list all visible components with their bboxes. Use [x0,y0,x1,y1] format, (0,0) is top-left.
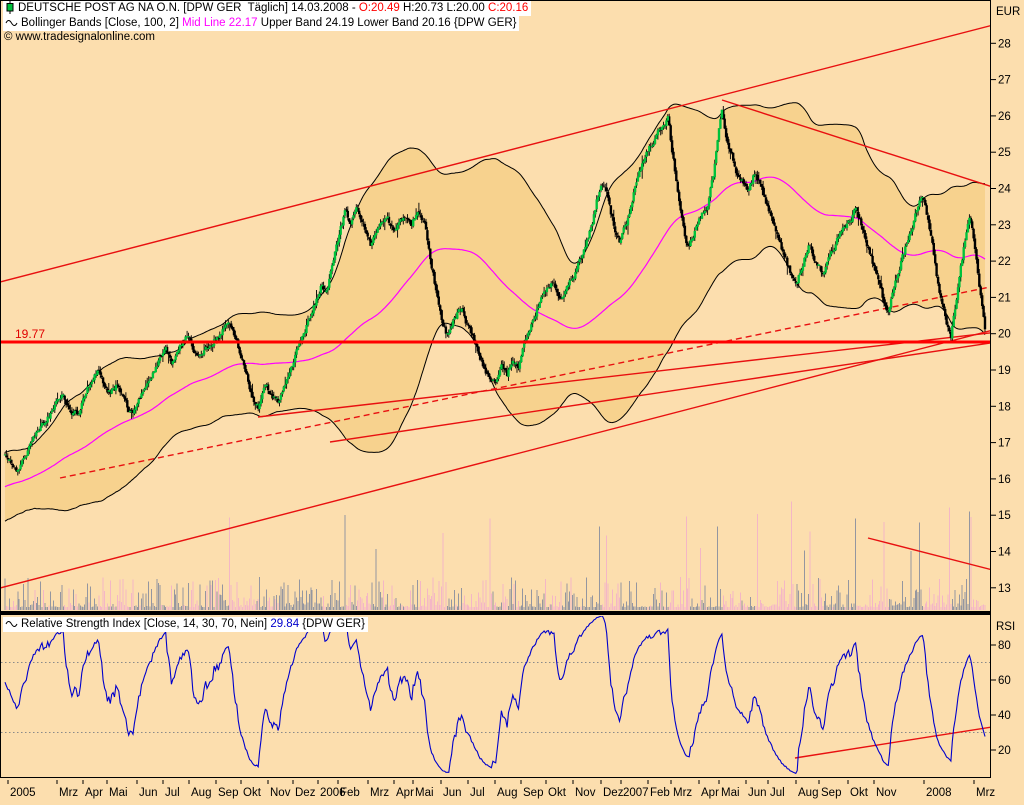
time-axis-tick-label: Jun [748,787,767,799]
legend-text-segment: C:20.16 [488,2,528,14]
price-axis-tick-label: 21 [998,292,1011,304]
time-axis-tick-label: Feb [340,787,360,799]
legend-text-segment: Mid Line 22.17 [182,17,257,29]
price-chart-svg[interactable]: EUR 28 27 26 25 24 23 22 21 20 19 18 17 16 15 14 13 RSI… [0,0,1024,800]
time-axis-tick-label: Apr [396,787,414,799]
time-axis-tick-label: Okt [243,787,262,799]
price-axis-tick-label: 23 [998,220,1011,232]
bollinger-legend-strip: Bollinger Bands [Close, 100, 2] Mid Line… [3,16,519,31]
time-axis-tick-label: Jul [165,787,180,799]
time-axis-tick-label: Sep [523,787,543,799]
candle-icon [5,1,15,14]
time-axis-tick-label: Mai [109,787,128,799]
price-axis-tick-label: 17 [998,438,1011,450]
time-axis-tick-label: Nov [876,787,897,799]
time-axis-tick-label: Jun [443,787,462,799]
time-axis-tick-label: Apr [85,787,103,799]
price-axis-unit-label: EUR [996,6,1020,18]
time-axis-tick-label: Mrz [673,787,692,799]
rsi-axis-unit-label: RSI [996,621,1015,633]
price-axis-tick-label: 16 [998,474,1011,486]
time-axis-tick-label: Sep [218,787,238,799]
time-axis-tick-label: Mrz [976,787,995,799]
bollinger-legend-text: Bollinger Bands [Close, 100, 2] Mid Line… [21,16,516,30]
legend-text-segment: O:20.49 [359,2,400,14]
time-axis-tick-label: Jul [770,787,785,799]
time-axis-tick-label: Apr [701,787,719,799]
time-axis-tick-label: Aug [497,787,517,799]
time-axis-tick-label: Nov [270,787,291,799]
instrument-legend-row[interactable]: DEUTSCHE POST AG NA O.N. [DPW GER Täglic… [3,1,531,15]
time-axis-tick-label: Feb [650,787,670,799]
legend-text-segment: Bollinger Bands [Close, 100, 2] [21,17,182,29]
time-axis-tick-label: Aug [191,787,211,799]
indicator-wave-icon [5,619,18,629]
price-axis-tick-label: 20 [998,329,1011,341]
time-axis-tick-label: Dez [603,787,624,799]
rsi-legend-row[interactable]: Relative Strength Index [Close, 14, 30, … [3,617,368,631]
indicator-wave-icon [5,18,18,28]
rsi-legend-text: Relative Strength Index [Close, 14, 30, … [21,617,365,631]
price-axis-tick-label: 28 [998,38,1011,50]
rsi-axis-tick-label: 20 [998,745,1011,757]
price-axis-tick-label: 18 [998,401,1011,413]
price-axis-tick-label: 26 [998,111,1011,123]
time-axis-tick-label: 2007 [623,787,649,799]
price-axis-tick-label: 19 [998,365,1011,377]
horizontal-line-price-label: 19.77 [15,327,45,341]
price-axis-tick-label: 14 [998,547,1011,559]
time-axis-tick-label: 2008 [926,787,952,799]
bollinger-legend-row[interactable]: Bollinger Bands [Close, 100, 2] Mid Line… [3,16,519,30]
time-axis-tick-label: Mai [721,787,740,799]
time-axis-tick-label: Jun [139,787,158,799]
legend-text-segment: Relative Strength Index [Close, 14, 30, … [21,618,270,630]
time-axis-tick-label: Dez [295,787,316,799]
time-axis-tick-label: Okt [850,787,869,799]
instrument-legend-text: DEUTSCHE POST AG NA O.N. [DPW GER Täglic… [18,1,528,15]
price-axis-tick-label: 27 [998,75,1011,87]
legend-text-segment: 29.84 [270,618,299,630]
copyright-label: © www.tradesignalonline.com [4,31,155,43]
time-axis-tick-label: Mai [415,787,434,799]
chart-window: EUR 28 27 26 25 24 23 22 21 20 19 18 17 16 15 14 13 RSI… [0,0,1024,800]
price-axis-tick-label: 13 [998,583,1011,595]
time-axis-tick-label: Aug [798,787,818,799]
rsi-axis-tick-label: 60 [998,675,1011,687]
price-axis-tick-label: 24 [998,184,1011,196]
instrument-legend-strip: DEUTSCHE POST AG NA O.N. [DPW GER Täglic… [3,1,531,16]
price-axis-tick-label: 15 [998,510,1011,522]
legend-text-segment: Upper Band 24.19 Lower Band 20.16 {DPW G… [258,17,517,29]
price-axis-tick-label: 25 [998,147,1011,159]
time-axis-tick-label: Mrz [370,787,389,799]
legend-text-segment: {DPW GER} [299,618,365,630]
rsi-axis-tick-label: 80 [998,640,1011,652]
time-axis-tick-label: Okt [548,787,567,799]
price-axis-tick-label: 22 [998,256,1011,268]
time-axis-tick-label: Sep [821,787,841,799]
time-axis-tick-label: Nov [575,787,596,799]
time-axis-tick-label: Mrz [59,787,78,799]
time-axis-tick-label: 2005 [10,787,36,799]
legend-text-segment: H:20.73 L:20.00 [400,2,488,14]
rsi-legend-strip: Relative Strength Index [Close, 14, 30, … [3,617,368,632]
time-axis-tick-label: Jul [470,787,485,799]
rsi-axis-tick-label: 40 [998,710,1011,722]
legend-text-segment: DEUTSCHE POST AG NA O.N. [DPW GER Täglic… [18,2,359,14]
